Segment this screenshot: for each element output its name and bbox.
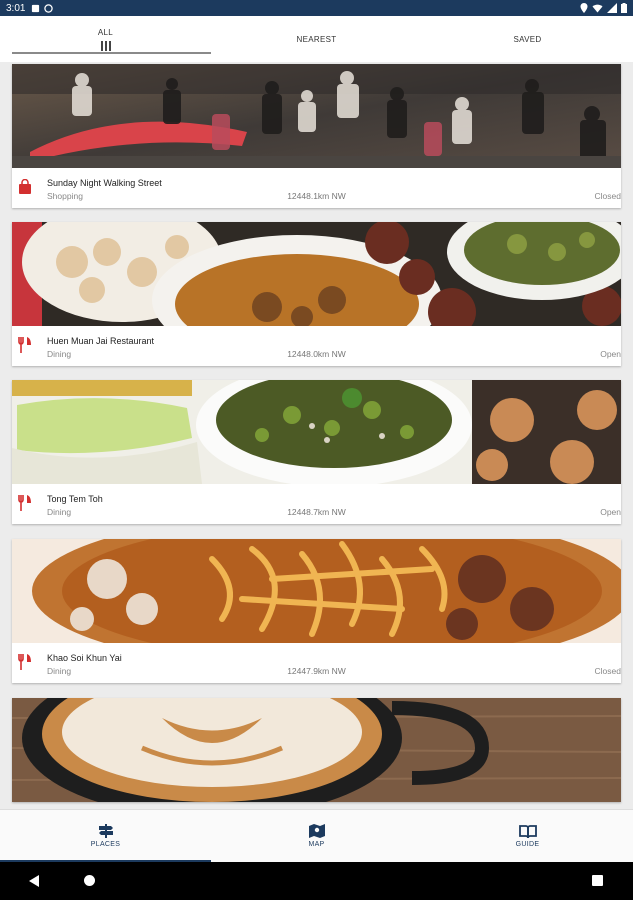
status-bar: 3:01	[0, 0, 633, 16]
tab-label: ALL	[97, 27, 114, 37]
wifi-icon	[592, 4, 603, 13]
battery-icon	[621, 3, 627, 13]
place-card[interactable]	[12, 698, 621, 802]
place-card[interactable]: Khao Soi Khun Yai Dining 12447.9km NW Cl…	[12, 539, 621, 683]
place-card[interactable]: Tong Tem Toh Dining 12448.7km NW Open	[12, 380, 621, 524]
home-icon[interactable]	[84, 875, 95, 886]
place-photo	[12, 222, 621, 326]
sync-icon	[44, 3, 54, 13]
place-distance: 12448.0km NW	[287, 349, 346, 359]
place-photo	[12, 380, 621, 484]
place-status: Closed	[594, 666, 621, 676]
food-photo	[12, 380, 621, 484]
bottom-navigation: PLACES MAP GUIDE	[0, 809, 633, 862]
location-icon	[580, 3, 588, 13]
place-info: Khao Soi Khun Yai Dining 12447.9km NW Cl…	[12, 643, 621, 683]
places-feed[interactable]: Sunday Night Walking Street Shopping 124…	[0, 62, 633, 809]
coffee-photo	[12, 698, 621, 802]
place-name: Khao Soi Khun Yai	[47, 653, 122, 663]
signpost-icon	[98, 824, 113, 838]
notification-icon	[32, 4, 40, 12]
nav-guide[interactable]: GUIDE	[422, 810, 633, 862]
nav-label: MAP	[308, 841, 325, 848]
place-distance: 12447.9km NW	[287, 666, 346, 676]
status-time: 3:01	[6, 2, 26, 14]
tab-label: NEAREST	[296, 34, 337, 44]
place-info: Tong Tem Toh Dining 12448.7km NW Open	[12, 484, 621, 524]
status-indicators	[580, 3, 627, 13]
food-photo	[12, 539, 621, 643]
map-icon	[308, 824, 325, 838]
place-status: Closed	[594, 191, 621, 201]
system-navigation-bar	[0, 862, 633, 900]
place-card[interactable]: Sunday Night Walking Street Shopping 124…	[12, 64, 621, 208]
nav-places[interactable]: PLACES	[0, 810, 211, 862]
signal-icon	[607, 3, 617, 13]
food-photo	[12, 222, 621, 326]
place-distance: 12448.1km NW	[287, 191, 346, 201]
place-photo	[12, 698, 621, 802]
place-status: Open	[600, 349, 621, 359]
tab-label: SAVED	[513, 34, 542, 44]
place-name: Sunday Night Walking Street	[47, 178, 162, 188]
tab-all[interactable]: ALL	[0, 16, 211, 62]
place-info: Huen Muan Jai Restaurant Dining 12448.0k…	[12, 326, 621, 366]
recent-apps-icon[interactable]	[592, 875, 603, 886]
place-photo	[12, 539, 621, 643]
tab-saved[interactable]: SAVED	[422, 16, 633, 62]
nav-map[interactable]: MAP	[211, 810, 422, 862]
place-name: Huen Muan Jai Restaurant	[47, 336, 155, 346]
book-icon	[518, 824, 537, 838]
back-icon[interactable]	[29, 875, 39, 887]
filter-tabs: ALL NEAREST SAVED	[0, 16, 633, 62]
place-card[interactable]: Huen Muan Jai Restaurant Dining 12448.0k…	[12, 222, 621, 366]
place-info: Sunday Night Walking Street Shopping 124…	[12, 168, 621, 208]
place-distance: 12448.7km NW	[287, 507, 346, 517]
place-photo	[12, 64, 621, 168]
place-name: Tong Tem Toh	[47, 494, 103, 504]
place-status: Open	[600, 507, 621, 517]
list-icon	[100, 40, 111, 51]
tab-nearest[interactable]: NEAREST	[211, 16, 422, 62]
nav-label: PLACES	[90, 841, 121, 848]
market-photo	[12, 64, 621, 168]
nav-label: GUIDE	[515, 840, 540, 848]
